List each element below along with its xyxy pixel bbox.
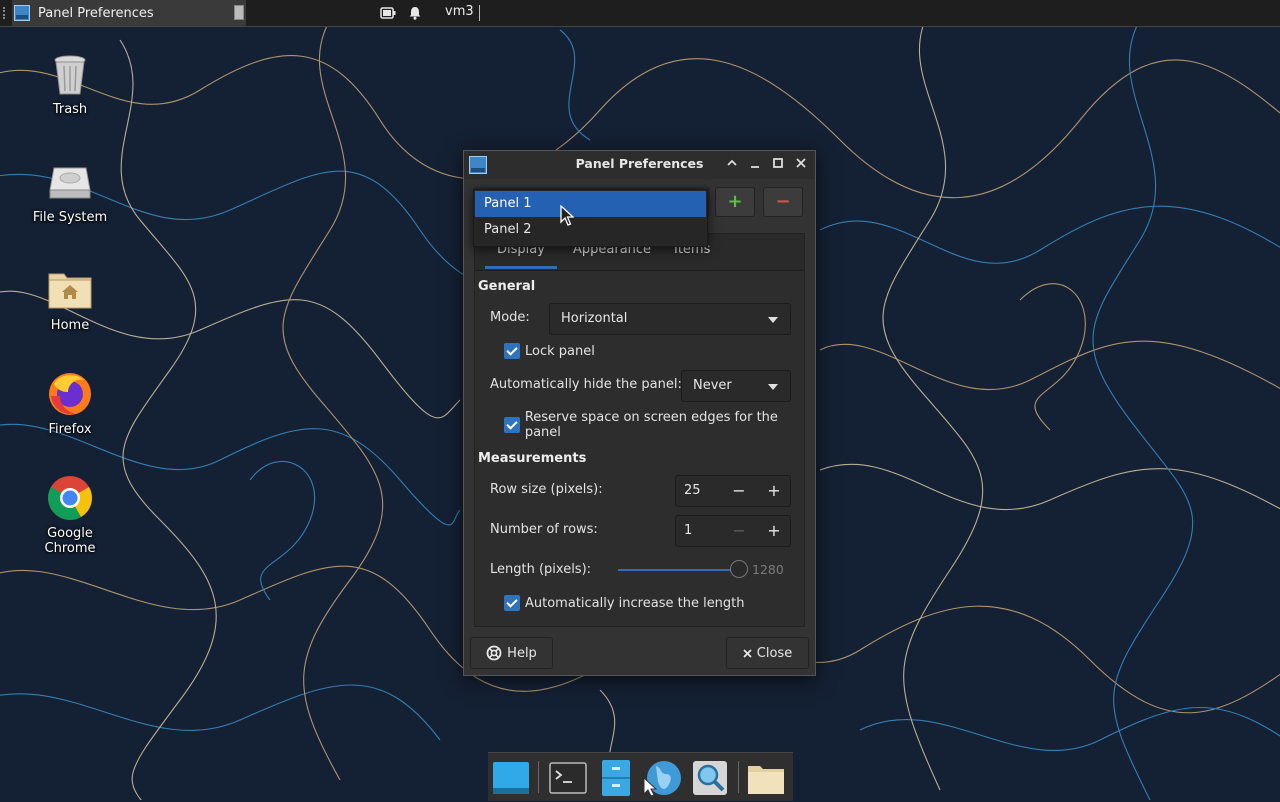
row-size-decrement-button[interactable]: − — [728, 480, 750, 502]
auto-length-label: Automatically increase the length — [525, 595, 745, 611]
system-tray — [380, 0, 422, 26]
mode-select[interactable]: Horizontal — [549, 303, 791, 335]
rows-label: Number of rows: — [490, 522, 598, 537]
globe-icon — [643, 761, 681, 797]
panel-select-dropdown: Panel 1 Panel 2 — [473, 189, 708, 247]
maximize-button[interactable] — [770, 157, 786, 173]
google-chrome-icon — [48, 476, 92, 520]
desktop-icon-label: Home — [50, 318, 90, 333]
mode-value: Horizontal — [561, 311, 628, 326]
chevron-down-icon — [768, 317, 778, 323]
dock-search[interactable] — [690, 758, 730, 798]
help-lifebuoy-icon — [486, 645, 502, 661]
autohide-label: Automatically hide the panel: — [490, 377, 682, 392]
measurements-section-title: Measurements — [478, 451, 587, 466]
window-icon — [234, 5, 244, 20]
desktop-icon-trash[interactable]: Trash — [20, 50, 120, 117]
file-cabinet-icon — [602, 760, 630, 796]
folder-icon — [748, 766, 784, 794]
desktop-icon-label: Firefox — [48, 422, 92, 437]
rows-increment-button[interactable]: + — [763, 520, 785, 542]
dock-terminal[interactable] — [548, 758, 588, 798]
trash-icon — [54, 55, 86, 95]
dock-web-browser[interactable] — [642, 758, 682, 798]
checkmark-icon — [504, 595, 520, 611]
length-label: Length (pixels): — [490, 562, 592, 577]
close-button[interactable]: Close — [726, 637, 809, 669]
row-size-increment-button[interactable]: + — [763, 480, 785, 502]
reserve-space-checkbox[interactable]: Reserve space on screen edges for the pa… — [504, 410, 815, 440]
dock-separator — [538, 761, 539, 793]
dialog-titlebar[interactable]: Panel Preferences — [464, 151, 815, 179]
lock-panel-label: Lock panel — [525, 343, 595, 359]
panel-option-2[interactable]: Panel 2 — [475, 217, 706, 243]
dock-separator — [738, 761, 739, 793]
panel-option-1[interactable]: Panel 1 — [475, 191, 706, 217]
shade-button[interactable] — [724, 157, 740, 173]
chevron-up-icon — [727, 159, 737, 166]
autohide-select[interactable]: Never — [681, 370, 791, 402]
help-button[interactable]: Help — [470, 637, 553, 669]
panel-preferences-icon — [14, 5, 30, 21]
general-section-title: General — [478, 279, 536, 294]
minimize-button[interactable] — [747, 157, 763, 173]
home-folder-icon — [48, 273, 92, 309]
mode-label: Mode: — [490, 310, 530, 325]
reserve-space-label: Reserve space on screen edges for the pa… — [524, 410, 778, 440]
length-slider-track[interactable] — [618, 569, 742, 571]
close-icon — [796, 158, 806, 168]
mouse-cursor-icon — [560, 205, 574, 226]
top-panel: Panel Preferences vm3 — [0, 0, 1280, 27]
minimize-icon — [751, 166, 759, 168]
chevron-down-icon — [768, 384, 778, 390]
dock-folder[interactable] — [746, 758, 786, 798]
maximize-icon — [773, 158, 783, 168]
length-slider-handle[interactable] — [730, 560, 748, 578]
desktop-icon-label: File System — [32, 210, 108, 225]
desktop-icon-file-system[interactable]: File System — [20, 158, 120, 225]
firefox-icon — [49, 373, 91, 415]
username-label[interactable]: vm3 — [445, 4, 480, 21]
rows-spinner[interactable]: 1 − + — [675, 515, 791, 547]
row-size-value[interactable]: 25 — [684, 483, 701, 498]
desktop-icon-firefox[interactable]: Firefox — [20, 370, 120, 437]
magnifier-icon — [693, 761, 727, 795]
desktop-icon-home[interactable]: Home — [20, 266, 120, 333]
notification-bell-icon[interactable] — [408, 6, 422, 20]
close-icon — [743, 648, 752, 658]
add-panel-button[interactable]: + — [715, 187, 755, 217]
desktop-icon-label: Trash — [52, 102, 88, 117]
row-size-spinner[interactable]: 25 − + — [675, 475, 791, 507]
rows-decrement-button[interactable]: − — [728, 520, 750, 542]
lock-panel-checkbox[interactable]: Lock panel — [504, 343, 595, 359]
dock-show-desktop[interactable] — [491, 758, 531, 798]
close-window-button[interactable] — [793, 157, 809, 173]
battery-icon[interactable] — [380, 6, 396, 20]
help-label: Help — [507, 645, 537, 661]
rows-value[interactable]: 1 — [684, 523, 692, 538]
hard-drive-icon — [49, 167, 91, 199]
remove-panel-button[interactable]: − — [763, 187, 803, 217]
desktop-icon-google-chrome[interactable]: Google Chrome — [20, 474, 120, 556]
show-desktop-icon — [493, 762, 529, 794]
close-label: Close — [756, 645, 793, 661]
row-size-label: Row size (pixels): — [490, 482, 603, 497]
taskbar-item-panel-preferences[interactable]: Panel Preferences — [12, 0, 246, 26]
panel-grip[interactable] — [3, 7, 7, 19]
dock-file-manager[interactable] — [596, 758, 636, 798]
terminal-icon — [549, 762, 587, 794]
autohide-value: Never — [693, 378, 732, 393]
bottom-dock — [488, 752, 793, 801]
checkmark-icon — [504, 417, 520, 433]
checkmark-icon — [504, 343, 520, 359]
taskbar-item-title: Panel Preferences — [38, 5, 154, 21]
desktop-icon-label: Google Chrome — [44, 526, 96, 556]
auto-length-checkbox[interactable]: Automatically increase the length — [504, 595, 745, 611]
length-value: 1280 — [752, 562, 784, 577]
